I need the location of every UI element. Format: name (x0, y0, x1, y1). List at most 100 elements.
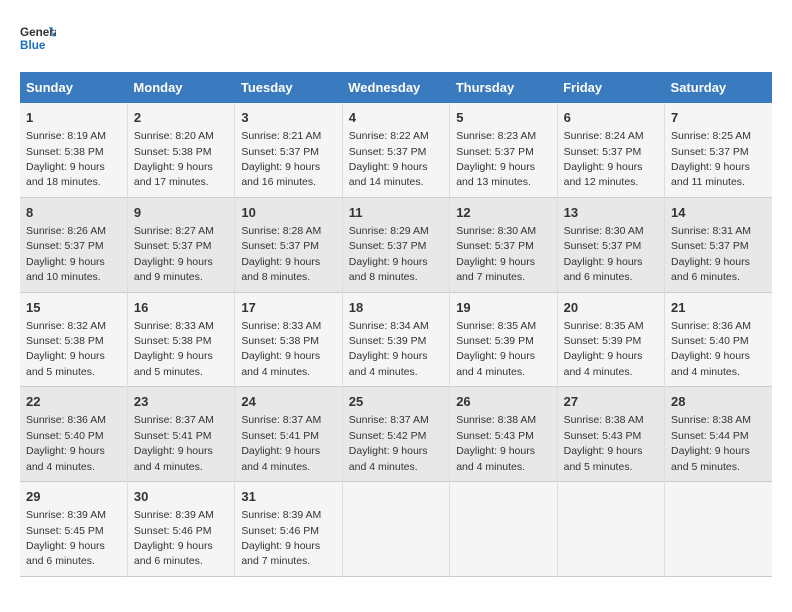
calendar-cell: 27Sunrise: 8:38 AMSunset: 5:43 PMDayligh… (557, 387, 664, 482)
header-thursday: Thursday (450, 72, 557, 103)
day-number: 22 (26, 393, 121, 411)
day-info: Sunrise: 8:21 AMSunset: 5:37 PMDaylight:… (241, 130, 321, 188)
calendar-header-row: SundayMondayTuesdayWednesdayThursdayFrid… (20, 72, 772, 103)
calendar-cell: 12 Sunrise: 8:30 AMSunset: 5:37 PMDayligh… (450, 197, 557, 292)
day-number: 12 (456, 204, 550, 222)
day-number: 28 (671, 393, 766, 411)
day-info: Sunrise: 8:37 AMSunset: 5:41 PMDaylight:… (134, 414, 214, 472)
header-friday: Friday (557, 72, 664, 103)
calendar-cell (342, 482, 449, 577)
calendar-cell: 22 Sunrise: 8:36 AMSunset: 5:40 PMDayligh… (20, 387, 127, 482)
day-info: Sunrise: 8:33 AMSunset: 5:38 PMDaylight:… (134, 320, 214, 378)
calendar-cell: 17 Sunrise: 8:33 AMSunset: 5:38 PMDayligh… (235, 292, 342, 387)
day-info: Sunrise: 8:25 AMSunset: 5:37 PMDaylight:… (671, 130, 751, 188)
calendar-cell: 9 Sunrise: 8:27 AMSunset: 5:37 PMDaylight… (127, 197, 234, 292)
day-number: 9 (134, 204, 228, 222)
day-info: Sunrise: 8:34 AMSunset: 5:39 PMDaylight:… (349, 320, 429, 378)
calendar-cell: 19 Sunrise: 8:35 AMSunset: 5:39 PMDayligh… (450, 292, 557, 387)
day-info: Sunrise: 8:19 AMSunset: 5:38 PMDaylight:… (26, 130, 106, 188)
calendar-cell: 7Sunrise: 8:25 AMSunset: 5:37 PMDaylight… (665, 103, 772, 197)
day-number: 14 (671, 204, 766, 222)
calendar-week-row: 29 Sunrise: 8:39 AMSunset: 5:45 PMDayligh… (20, 482, 772, 577)
calendar-cell (557, 482, 664, 577)
day-info: Sunrise: 8:35 AMSunset: 5:39 PMDaylight:… (456, 320, 536, 378)
day-info: Sunrise: 8:33 AMSunset: 5:38 PMDaylight:… (241, 320, 321, 378)
day-number: 18 (349, 299, 443, 317)
day-info: Sunrise: 8:28 AMSunset: 5:37 PMDaylight:… (241, 225, 321, 283)
day-number: 8 (26, 204, 121, 222)
day-number: 23 (134, 393, 228, 411)
day-info: Sunrise: 8:36 AMSunset: 5:40 PMDaylight:… (26, 414, 106, 472)
calendar-cell: 15Sunrise: 8:32 AMSunset: 5:38 PMDayligh… (20, 292, 127, 387)
day-number: 15 (26, 299, 121, 317)
day-info: Sunrise: 8:36 AMSunset: 5:40 PMDaylight:… (671, 320, 751, 378)
day-info: Sunrise: 8:23 AMSunset: 5:37 PMDaylight:… (456, 130, 536, 188)
calendar-week-row: 15Sunrise: 8:32 AMSunset: 5:38 PMDayligh… (20, 292, 772, 387)
day-number: 10 (241, 204, 335, 222)
day-number: 21 (671, 299, 766, 317)
calendar-cell: 5 Sunrise: 8:23 AMSunset: 5:37 PMDaylight… (450, 103, 557, 197)
calendar-table: SundayMondayTuesdayWednesdayThursdayFrid… (20, 72, 772, 577)
day-info: Sunrise: 8:20 AMSunset: 5:38 PMDaylight:… (134, 130, 214, 188)
header-monday: Monday (127, 72, 234, 103)
calendar-cell: 31 Sunrise: 8:39 AMSunset: 5:46 PMDayligh… (235, 482, 342, 577)
calendar-cell: 10 Sunrise: 8:28 AMSunset: 5:37 PMDayligh… (235, 197, 342, 292)
day-number: 30 (134, 488, 228, 506)
day-number: 25 (349, 393, 443, 411)
day-number: 17 (241, 299, 335, 317)
day-number: 20 (564, 299, 658, 317)
calendar-cell: 13 Sunrise: 8:30 AMSunset: 5:37 PMDayligh… (557, 197, 664, 292)
day-info: Sunrise: 8:35 AMSunset: 5:39 PMDaylight:… (564, 320, 644, 378)
day-info: Sunrise: 8:37 AMSunset: 5:41 PMDaylight:… (241, 414, 321, 472)
day-number: 6 (564, 109, 658, 127)
calendar-cell: 3 Sunrise: 8:21 AMSunset: 5:37 PMDaylight… (235, 103, 342, 197)
calendar-cell: 8 Sunrise: 8:26 AMSunset: 5:37 PMDaylight… (20, 197, 127, 292)
day-info: Sunrise: 8:38 AMSunset: 5:44 PMDaylight:… (671, 414, 751, 472)
calendar-cell: 4Sunrise: 8:22 AMSunset: 5:37 PMDaylight… (342, 103, 449, 197)
day-info: Sunrise: 8:39 AMSunset: 5:46 PMDaylight:… (241, 509, 321, 567)
day-number: 31 (241, 488, 335, 506)
calendar-cell: 29 Sunrise: 8:39 AMSunset: 5:45 PMDayligh… (20, 482, 127, 577)
header-tuesday: Tuesday (235, 72, 342, 103)
day-number: 13 (564, 204, 658, 222)
calendar-cell: 14Sunrise: 8:31 AMSunset: 5:37 PMDayligh… (665, 197, 772, 292)
day-info: Sunrise: 8:30 AMSunset: 5:37 PMDaylight:… (456, 225, 536, 283)
logo-icon: General Blue (20, 20, 56, 56)
day-info: Sunrise: 8:39 AMSunset: 5:46 PMDaylight:… (134, 509, 214, 567)
day-number: 5 (456, 109, 550, 127)
calendar-week-row: 8 Sunrise: 8:26 AMSunset: 5:37 PMDaylight… (20, 197, 772, 292)
calendar-cell: 20 Sunrise: 8:35 AMSunset: 5:39 PMDayligh… (557, 292, 664, 387)
calendar-cell: 28 Sunrise: 8:38 AMSunset: 5:44 PMDayligh… (665, 387, 772, 482)
day-number: 2 (134, 109, 228, 127)
day-info: Sunrise: 8:39 AMSunset: 5:45 PMDaylight:… (26, 509, 106, 567)
calendar-cell: 26 Sunrise: 8:38 AMSunset: 5:43 PMDayligh… (450, 387, 557, 482)
day-info: Sunrise: 8:27 AMSunset: 5:37 PMDaylight:… (134, 225, 214, 283)
page-header: General Blue (20, 20, 772, 56)
day-number: 11 (349, 204, 443, 222)
calendar-week-row: 22 Sunrise: 8:36 AMSunset: 5:40 PMDayligh… (20, 387, 772, 482)
header-wednesday: Wednesday (342, 72, 449, 103)
calendar-cell: 18 Sunrise: 8:34 AMSunset: 5:39 PMDayligh… (342, 292, 449, 387)
calendar-cell: 2 Sunrise: 8:20 AMSunset: 5:38 PMDaylight… (127, 103, 234, 197)
calendar-cell: 21 Sunrise: 8:36 AMSunset: 5:40 PMDayligh… (665, 292, 772, 387)
day-info: Sunrise: 8:26 AMSunset: 5:37 PMDaylight:… (26, 225, 106, 283)
day-info: Sunrise: 8:22 AMSunset: 5:37 PMDaylight:… (349, 130, 429, 188)
calendar-cell (665, 482, 772, 577)
day-number: 27 (564, 393, 658, 411)
day-info: Sunrise: 8:37 AMSunset: 5:42 PMDaylight:… (349, 414, 429, 472)
day-number: 29 (26, 488, 121, 506)
day-number: 3 (241, 109, 335, 127)
day-number: 19 (456, 299, 550, 317)
day-info: Sunrise: 8:38 AMSunset: 5:43 PMDaylight:… (456, 414, 536, 472)
calendar-cell: 24 Sunrise: 8:37 AMSunset: 5:41 PMDayligh… (235, 387, 342, 482)
day-number: 24 (241, 393, 335, 411)
day-info: Sunrise: 8:30 AMSunset: 5:37 PMDaylight:… (564, 225, 644, 283)
calendar-cell: 25 Sunrise: 8:37 AMSunset: 5:42 PMDayligh… (342, 387, 449, 482)
day-number: 26 (456, 393, 550, 411)
day-info: Sunrise: 8:29 AMSunset: 5:37 PMDaylight:… (349, 225, 429, 283)
day-number: 16 (134, 299, 228, 317)
day-number: 1 (26, 109, 121, 127)
calendar-cell: 6Sunrise: 8:24 AMSunset: 5:37 PMDaylight… (557, 103, 664, 197)
header-saturday: Saturday (665, 72, 772, 103)
calendar-cell: 1 Sunrise: 8:19 AMSunset: 5:38 PMDaylight… (20, 103, 127, 197)
